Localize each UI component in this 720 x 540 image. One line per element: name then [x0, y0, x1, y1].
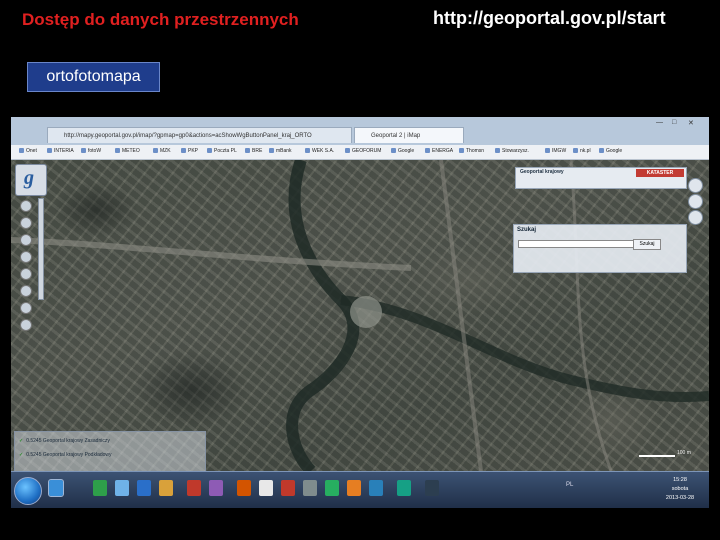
browser-tab-geoportal[interactable]: Geoportal 2 | iMap — [354, 127, 464, 143]
search-input[interactable] — [518, 240, 634, 248]
measure-icon[interactable] — [20, 251, 32, 263]
address-tab[interactable]: http://mapy.geoportal.gov.pl/imap/?gpmap… — [47, 127, 352, 143]
maximize-icon[interactable]: □ — [672, 119, 676, 126]
layer-row[interactable]: ✓ 0.5245 Geoportal krajowy Podkładowy — [19, 452, 112, 458]
slide-title: Dostęp do danych przestrzennych — [22, 10, 299, 29]
bookmark-item[interactable]: Google — [391, 148, 414, 154]
system-tray[interactable]: PL — [566, 482, 573, 488]
bookmark-item[interactable]: Onet — [19, 148, 37, 154]
river-odra — [286, 160, 360, 471]
map-tools — [19, 200, 33, 336]
bookmark-item[interactable]: PKP — [181, 148, 198, 154]
app-icon[interactable] — [397, 480, 411, 496]
bookmark-item[interactable]: Poczta PL — [207, 148, 237, 154]
bookmark-item[interactable]: METEO — [115, 148, 140, 154]
bookmark-item[interactable]: IMGW — [545, 148, 566, 154]
layer-label: 0.5245 Geoportal krajowy Podkładowy — [26, 452, 112, 458]
app-icon[interactable] — [347, 480, 361, 496]
checkbox-icon[interactable]: ✓ — [19, 452, 23, 458]
zoom-slider[interactable] — [38, 198, 44, 300]
bookmark-item[interactable]: Thomsn — [459, 148, 484, 154]
print-icon[interactable] — [20, 285, 32, 297]
layers-icon[interactable] — [20, 302, 32, 314]
bookmark-item[interactable]: Stowarzysz. — [495, 148, 529, 154]
taskbar-clock[interactable]: 15:28 sobota 2013-03-28 — [657, 476, 703, 503]
main-road — [11, 237, 412, 271]
minimize-icon[interactable]: — — [656, 119, 663, 126]
checkbox-icon[interactable]: ✓ — [19, 438, 23, 444]
bookmark-item[interactable]: INTERIA — [47, 148, 74, 154]
map-features — [11, 160, 709, 471]
bookmark-item[interactable]: GEOFORUM — [345, 148, 381, 154]
ie-icon[interactable] — [48, 479, 64, 497]
info-icon[interactable] — [20, 268, 32, 280]
folder-icon[interactable] — [159, 480, 173, 496]
home-icon[interactable] — [20, 319, 32, 331]
search-button[interactable]: Szukaj — [633, 239, 661, 250]
windows-taskbar: PL 15:28 sobota 2013-03-28 — [11, 471, 709, 508]
bookmark-item[interactable]: WEK S.A. — [305, 148, 334, 154]
powerpoint-icon[interactable] — [237, 480, 251, 496]
app-icon[interactable] — [325, 480, 339, 496]
scale-label: 100 m — [677, 450, 691, 456]
slide-url: http://geoportal.gov.pl/start — [433, 8, 666, 28]
close-icon[interactable]: ✕ — [688, 119, 694, 127]
help-icon[interactable] — [688, 194, 703, 209]
search-label: Szukaj — [517, 227, 537, 233]
bookmark-item[interactable]: BRE — [245, 148, 262, 154]
panel-title: Geoportal krajowy — [520, 169, 564, 175]
app-icon[interactable] — [209, 480, 223, 496]
layer-label-box: ortofotomapa — [27, 62, 160, 92]
street — [439, 160, 483, 471]
bookmark-item[interactable]: mBank — [269, 148, 292, 154]
zoom-in-icon[interactable] — [20, 217, 32, 229]
bookmark-item[interactable]: Google — [599, 148, 622, 154]
word-icon[interactable] — [137, 480, 151, 496]
pan-icon[interactable] — [20, 200, 32, 212]
layer-label: 0.5245 Geoportal krajowy Zasadniczy — [26, 438, 110, 444]
bookmark-item[interactable]: ENERGA — [425, 148, 453, 154]
river-branch — [340, 295, 709, 403]
search-panel: Szukaj Szukaj — [513, 224, 687, 273]
app-icon[interactable] — [425, 480, 439, 496]
screenshot: http://mapy.geoportal.gov.pl/imap/?gpmap… — [11, 117, 709, 508]
street — [569, 160, 613, 471]
settings-icon[interactable] — [688, 210, 703, 225]
excel-icon[interactable] — [93, 480, 107, 496]
clock-time: 15:28 — [673, 477, 687, 483]
clock-date: 2013-03-28 — [665, 495, 695, 501]
layers-panel: ✓ 0.5245 Geoportal krajowy Zasadniczy ✓ 0.… — [14, 431, 206, 475]
app-icon[interactable] — [303, 480, 317, 496]
document-icon[interactable] — [259, 480, 273, 496]
browser-titlebar: http://mapy.geoportal.gov.pl/imap/?gpmap… — [11, 117, 709, 145]
app-icon[interactable] — [187, 480, 201, 496]
orthophoto-map[interactable]: g Geoportal krajowy KATASTER Szukaj Szuk… — [11, 160, 709, 475]
zoom-out-icon[interactable] — [20, 234, 32, 246]
bookmark-item[interactable]: nk.pl — [573, 148, 591, 154]
acrobat-icon[interactable] — [281, 480, 295, 496]
close-icon[interactable] — [688, 178, 703, 193]
geoportal-header-panel: Geoportal krajowy KATASTER — [515, 167, 687, 189]
bookmarks-bar: Onet INTERIA fotoW METEO MZK PKP Poczta … — [11, 145, 709, 160]
language-indicator[interactable]: PL — [566, 482, 573, 488]
bookmark-item[interactable]: MZK — [153, 148, 171, 154]
app-icon[interactable] — [369, 480, 383, 496]
scale-bar: 100 m — [639, 450, 699, 458]
layer-row[interactable]: ✓ 0.5245 Geoportal krajowy Zasadniczy — [19, 438, 110, 444]
kataster-button[interactable]: KATASTER — [636, 169, 684, 177]
clock-day: sobota — [671, 486, 689, 492]
start-button-icon[interactable] — [14, 477, 42, 505]
explorer-icon[interactable] — [115, 480, 129, 496]
bookmark-item[interactable]: fotoW — [81, 148, 101, 154]
geoportal-logo[interactable]: g — [15, 164, 47, 196]
stadium-roof — [350, 296, 382, 328]
